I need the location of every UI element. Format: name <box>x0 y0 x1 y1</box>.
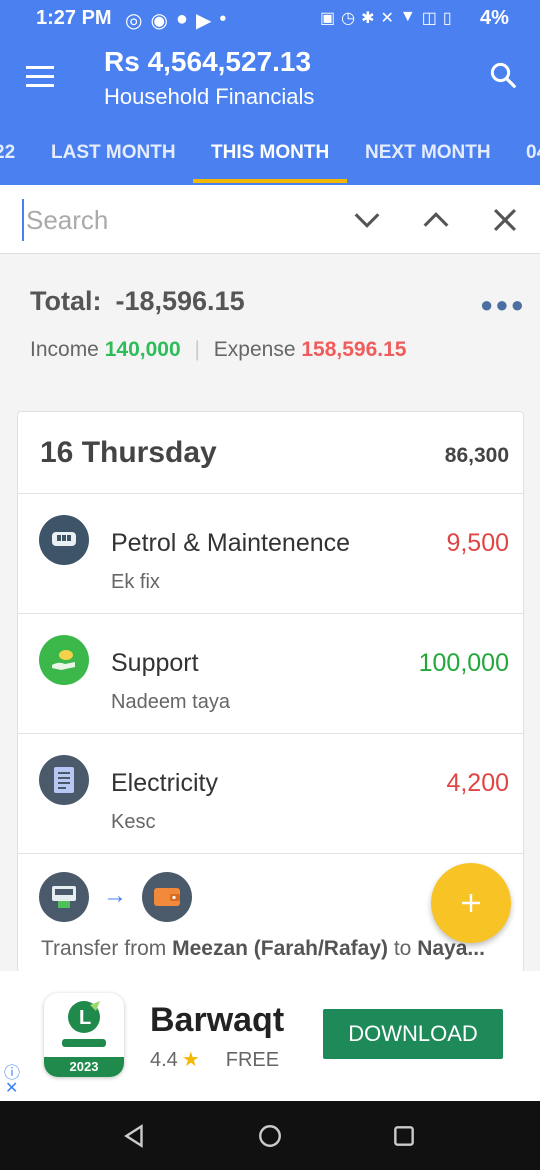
transaction-note: Kesc <box>111 811 156 833</box>
wallet-icon <box>142 872 192 922</box>
transaction-amount: 9,500 <box>446 529 509 557</box>
tab-this-month[interactable]: THIS MONTH <box>211 142 329 164</box>
transaction-name: Support <box>111 649 199 677</box>
tab-indicator <box>193 179 347 183</box>
recents-icon[interactable] <box>391 1123 417 1149</box>
chevron-down-icon[interactable] <box>350 203 384 237</box>
income-label: Income <box>30 338 99 361</box>
ad-close-icon[interactable]: ✕ <box>5 1078 18 1098</box>
day-total: 86,300 <box>444 444 509 467</box>
expense-value: 158,596.15 <box>301 338 407 361</box>
no-sim-icon: ◫ <box>421 10 437 27</box>
back-icon[interactable] <box>122 1123 148 1149</box>
expense-label: Expense <box>213 338 296 361</box>
arrow-right-icon: → <box>103 882 127 909</box>
status-bar: 1:27 PM ◎ ◉ ● ▶ • ▣ ◷ ✱ ✕ ▼ ◫ ▯ 4% <box>0 0 540 36</box>
ad-meta: 4.4 ★ FREE <box>150 1047 279 1072</box>
ad-banner[interactable]: L 2023 Barwaqt 4.4 ★ FREE DOWNLOAD ⓘ ✕ <box>0 971 540 1101</box>
status-time: 1:27 PM <box>36 7 112 29</box>
account-name[interactable]: Household Financials <box>104 84 314 110</box>
transaction-note: Nadeem taya <box>111 691 230 713</box>
system-nav-bar <box>0 1101 540 1170</box>
transfer-from: Meezan (Farah/Rafay) <box>172 937 388 960</box>
income-value: 140,000 <box>104 338 181 361</box>
hand-money-icon <box>39 635 89 685</box>
transaction-amount: 100,000 <box>418 649 509 677</box>
home-icon[interactable] <box>257 1123 283 1149</box>
ad-price: FREE <box>225 1049 280 1071</box>
income-expense-summary: Income 140,000 | Expense 158,596.15 <box>30 338 406 362</box>
day-title: 16 Thursday <box>40 436 217 469</box>
transaction-note: Ek fix <box>111 571 160 593</box>
transaction-amount: 4,200 <box>446 769 509 797</box>
more-options-icon[interactable]: ●●● <box>480 292 526 318</box>
ad-rating: 4.4 <box>150 1049 178 1071</box>
day-header: 16 Thursday 86,300 <box>18 412 523 494</box>
tab-prev-partial[interactable]: 22 <box>0 142 15 164</box>
youtube-icon: ▶ <box>196 10 212 32</box>
star-icon: ★ <box>181 1049 200 1071</box>
close-icon[interactable] <box>488 203 522 237</box>
transfer-description: Transfer from Meezan (Farah/Rafay) to Na… <box>41 937 521 961</box>
transaction-row[interactable]: Support Nadeem taya 100,000 <box>18 614 523 734</box>
ad-title[interactable]: Barwaqt <box>150 1001 284 1040</box>
whatsapp-icon: ◉ <box>150 10 168 32</box>
transfer-prefix: Transfer from <box>41 937 167 960</box>
plus-icon <box>462 894 480 912</box>
download-button[interactable]: DOWNLOAD <box>323 1009 503 1059</box>
bluetooth-icon: ✱ <box>361 10 375 27</box>
mute-icon: ✕ <box>380 10 394 27</box>
account-balance: Rs 4,564,527.13 <box>104 46 312 77</box>
system-icons: ▣ ◷ ✱ ✕ ▼ ◫ ▯ <box>320 8 452 28</box>
volte-icon: ▣ <box>320 10 336 27</box>
tab-next-partial[interactable]: 04 <box>526 142 540 164</box>
transaction-name: Electricity <box>111 769 218 797</box>
facebook-icon: ● <box>175 8 188 30</box>
alarm-icon: ◷ <box>341 10 356 27</box>
battery-percent: 4% <box>480 7 509 29</box>
bill-icon <box>39 755 89 805</box>
notification-icons: ◎ ◉ ● ▶ • <box>125 8 226 33</box>
ad-app-logo[interactable]: L 2023 <box>44 993 124 1077</box>
dot-icon: • <box>219 8 227 30</box>
ad-logo-year: 2023 <box>44 1057 124 1077</box>
tab-last-month[interactable]: LAST MONTH <box>51 142 176 164</box>
search-bar <box>0 185 540 254</box>
divider: | <box>194 338 200 361</box>
total-label: Total: <box>30 286 102 316</box>
chevron-up-icon[interactable] <box>419 203 453 237</box>
period-tabs: 22 LAST MONTH THIS MONTH NEXT MONTH 04 <box>0 134 540 185</box>
battery-icon: ▯ <box>442 10 452 27</box>
total-summary: Total: -18,596.15 <box>30 286 245 317</box>
svg-text:L: L <box>79 1007 91 1029</box>
transaction-row[interactable]: Petrol & Maintenence Ek fix 9,500 <box>18 494 523 614</box>
app-bar: Rs 4,564,527.13 Household Financials 22 … <box>0 36 540 185</box>
transaction-row[interactable]: Electricity Kesc 4,200 <box>18 734 523 854</box>
search-input[interactable] <box>22 199 328 241</box>
instagram-icon: ◎ <box>125 10 143 32</box>
transfer-mid: to <box>393 937 412 960</box>
wifi-icon: ▼ <box>399 8 416 25</box>
atm-icon <box>39 872 89 922</box>
total-value: -18,596.15 <box>115 286 245 316</box>
menu-icon[interactable] <box>26 66 54 88</box>
search-icon[interactable] <box>488 60 518 90</box>
car-dashboard-icon <box>39 515 89 565</box>
tab-next-month[interactable]: NEXT MONTH <box>365 142 491 164</box>
add-transaction-button[interactable] <box>431 863 511 943</box>
transaction-name: Petrol & Maintenence <box>111 529 351 557</box>
